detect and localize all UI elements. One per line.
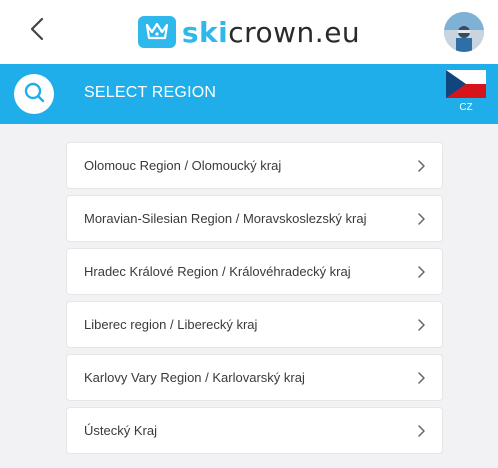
chevron-right-icon: [416, 212, 428, 226]
region-item-label: Ústecký Kraj: [84, 423, 157, 438]
czech-flag-icon: [446, 70, 486, 98]
avatar[interactable]: [444, 12, 484, 52]
crown-icon: [137, 16, 176, 48]
logo-text-domain: crown.eu: [228, 15, 361, 49]
top-bar: ski crown.eu: [0, 0, 498, 64]
region-item-karlovy-vary[interactable]: Karlovy Vary Region / Karlovarský kraj: [66, 354, 443, 401]
search-icon: [23, 81, 45, 108]
page-title: SELECT REGION: [84, 84, 217, 101]
logo[interactable]: ski crown.eu: [0, 12, 498, 52]
search-button[interactable]: [14, 74, 54, 114]
language-code: CZ: [459, 102, 473, 113]
region-item-label: Olomouc Region / Olomoucký kraj: [84, 158, 282, 173]
region-item-label: Liberec region / Liberecký kraj: [84, 317, 258, 332]
chevron-right-icon: [416, 265, 428, 279]
region-item-label: Moravian-Silesian Region / Moravskoslezs…: [84, 211, 367, 226]
region-list: Olomouc Region / Olomoucký kraj Moravian…: [66, 142, 443, 460]
region-header: SELECT REGION CZ: [0, 64, 498, 124]
chevron-right-icon: [416, 371, 428, 385]
chevron-right-icon: [416, 318, 428, 332]
chevron-right-icon: [416, 159, 428, 173]
region-item-olomouc[interactable]: Olomouc Region / Olomoucký kraj: [66, 142, 443, 189]
region-item-label: Hradec Králové Region / Královéhradecký …: [84, 264, 351, 279]
region-item-hradec-kralove[interactable]: Hradec Králové Region / Královéhradecký …: [66, 248, 443, 295]
region-item-liberec[interactable]: Liberec region / Liberecký kraj: [66, 301, 443, 348]
logo-text: ski crown.eu: [182, 16, 360, 49]
region-item-ustecky[interactable]: Ústecký Kraj: [66, 407, 443, 454]
logo-text-ski: ski: [181, 15, 229, 49]
language-selector[interactable]: CZ: [446, 70, 486, 118]
region-item-label: Karlovy Vary Region / Karlovarský kraj: [84, 370, 305, 385]
region-item-moravian-silesian[interactable]: Moravian-Silesian Region / Moravskoslezs…: [66, 195, 443, 242]
chevron-right-icon: [416, 424, 428, 438]
